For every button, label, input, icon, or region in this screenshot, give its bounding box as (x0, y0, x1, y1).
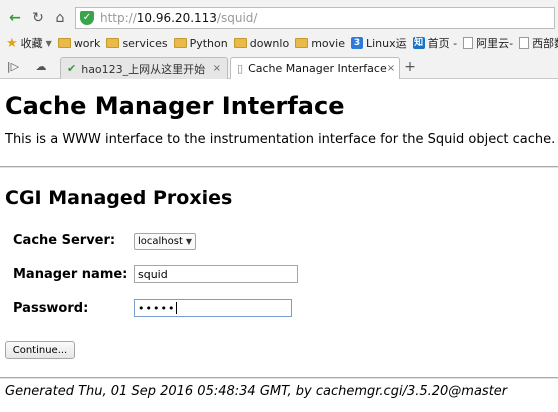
zhihu-icon: 知 (412, 37, 425, 49)
folder-icon (106, 38, 120, 48)
chevron-down-icon: ▼ (185, 237, 192, 246)
password-mask: ••••• (138, 301, 176, 315)
home-icon[interactable]: ⌂ (50, 8, 70, 28)
folder-icon (233, 38, 247, 48)
continue-button[interactable]: Continue... (5, 341, 75, 359)
star-icon: ★ (6, 35, 18, 51)
cache-server-select[interactable]: localhost ▼ (134, 233, 196, 250)
page-icon (519, 37, 530, 49)
bookmark-linux[interactable]: 3 Linux运 (350, 35, 407, 51)
section-title: CGI Managed Proxies (5, 187, 233, 209)
new-tab-button[interactable]: + (402, 59, 418, 75)
page-title: Cache Manager Interface (5, 92, 345, 120)
url-text: http://10.96.20.113/squid/ (100, 11, 258, 25)
tab-label: hao123_上网从这里开始 (81, 62, 206, 76)
cache-server-label: Cache Server: (13, 233, 116, 248)
refresh-icon[interactable]: ↻ (28, 8, 48, 28)
bookmark-aliyun[interactable]: 阿里云- (463, 35, 513, 51)
tab-strip: |▷ ☁ ✔ hao123_上网从这里开始 × ▯ Cache Manager … (0, 55, 558, 79)
chevron-down-icon: ▼ (45, 38, 52, 48)
manager-name-value: squid (138, 267, 168, 281)
divider (0, 377, 558, 379)
bookmark-favorites[interactable]: ★ 收藏 ▼ (6, 35, 52, 51)
bookmark-west[interactable]: 西部数码 (519, 35, 558, 51)
page-content: Cache Manager Interface This is a WWW in… (0, 80, 558, 412)
tab-label: Cache Manager Interface (248, 62, 387, 75)
folder-icon (173, 38, 187, 48)
divider (0, 166, 558, 168)
page-favicon-icon: ▯ (237, 62, 244, 75)
manager-name-label: Manager name: (13, 267, 128, 282)
browser-chrome: ← ↻ ⌂ ✓ http://10.96.20.113/squid/ ★ 收藏 ▼ … (0, 0, 558, 79)
close-icon[interactable]: × (213, 63, 221, 74)
bookmark-work[interactable]: work (57, 37, 100, 50)
intro-text: This is a WWW interface to the instrumen… (5, 132, 556, 147)
tab-hao123[interactable]: ✔ hao123_上网从这里开始 × (60, 57, 228, 79)
bookmarks-bar: ★ 收藏 ▼ work services Python downlo movie 3… (0, 33, 558, 53)
password-input[interactable]: ••••• (134, 299, 292, 317)
footer-text: Generated Thu, 01 Sep 2016 05:48:34 GMT,… (5, 384, 508, 399)
folder-icon (57, 38, 71, 48)
folder-icon (295, 38, 309, 48)
security-shield-icon: ✓ (80, 11, 94, 25)
back-arrow-icon[interactable]: ← (5, 8, 25, 28)
address-row: ← ↻ ⌂ ✓ http://10.96.20.113/squid/ (0, 6, 558, 30)
bookmark-python[interactable]: Python (173, 37, 228, 50)
text-cursor (176, 302, 178, 314)
blue-tile-icon: 3 (350, 37, 363, 49)
close-icon[interactable]: × (387, 63, 395, 74)
tab-cache-manager[interactable]: ▯ Cache Manager Interface × (230, 57, 400, 79)
bookmark-movie[interactable]: movie (295, 37, 345, 50)
manager-name-input[interactable]: squid (134, 265, 298, 283)
address-bar[interactable]: ✓ http://10.96.20.113/squid/ (75, 7, 555, 29)
sidebar-toggle-icon[interactable]: |▷ (4, 59, 22, 75)
page-icon (463, 37, 474, 49)
cache-server-value: localhost (138, 236, 183, 247)
bookmark-services[interactable]: services (106, 37, 168, 50)
password-label: Password: (13, 301, 89, 316)
cloud-icon[interactable]: ☁ (32, 59, 50, 75)
bookmark-zhihu[interactable]: 知首页 - (412, 35, 457, 51)
hao123-favicon-icon: ✔ (67, 62, 77, 75)
bookmark-downlo[interactable]: downlo (233, 37, 289, 50)
